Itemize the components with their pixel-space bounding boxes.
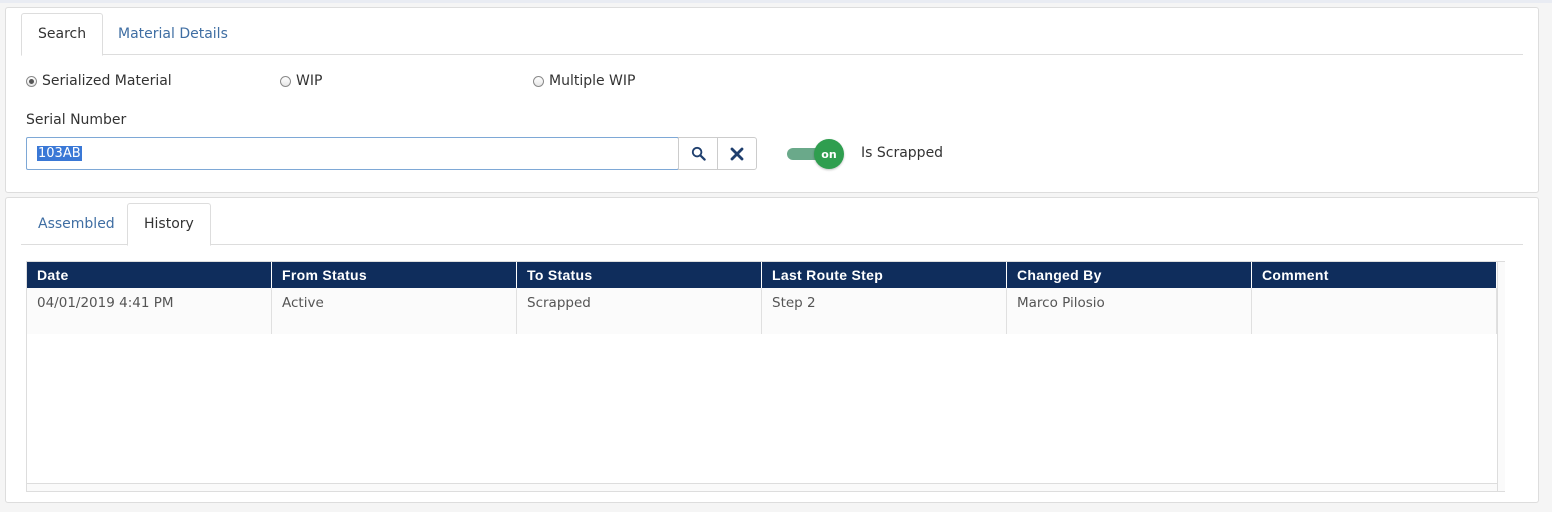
radio-label-multiple-wip: Multiple WIP [549,73,636,89]
search-panel: Search Material Details Serialized Mater… [5,7,1539,193]
vertical-scrollbar[interactable] [1497,262,1505,491]
serial-number-label: Serial Number [26,112,127,128]
radio-serialized-material[interactable]: Serialized Material [26,71,172,91]
radio-label-serialized-material: Serialized Material [42,73,172,89]
search-button[interactable] [678,137,718,170]
radio-checked-indicator[interactable] [26,75,37,87]
details-panel: Assembled History Date From Status To St… [5,197,1539,503]
radio-unchecked-indicator[interactable] [280,75,291,87]
horizontal-scrollbar[interactable] [27,483,1497,491]
column-header-comment[interactable]: Comment [1252,262,1497,288]
tab-assembled[interactable]: Assembled [21,203,132,245]
cell-last-route-step: Step 2 [762,288,1007,334]
column-header-to-status[interactable]: To Status [517,262,762,288]
serial-number-value: 103AB [37,146,82,161]
column-header-date[interactable]: Date [27,262,272,288]
bottom-tabbar: Assembled History [21,203,1523,246]
is-scrapped-toggle[interactable]: on [787,139,845,169]
material-type-radio-group: Serialized Material WIP Multiple WIP [26,71,706,91]
tab-search[interactable]: Search [21,13,104,56]
column-header-last-route-step[interactable]: Last Route Step [762,262,1007,288]
radio-label-wip: WIP [296,73,323,89]
top-border [0,0,1552,3]
radio-unchecked-indicator[interactable] [533,75,544,87]
table-row[interactable]: 04/01/2019 4:41 PM Active Scrapped Step … [27,288,1497,334]
cell-comment [1252,288,1497,334]
tab-history[interactable]: History [127,203,211,246]
toggle-knob[interactable]: on [814,139,844,169]
column-header-from-status[interactable]: From Status [272,262,517,288]
search-icon [691,146,706,161]
cell-changed-by: Marco Pilosio [1007,288,1252,334]
serial-number-input[interactable]: 103AB [26,137,679,170]
radio-wip[interactable]: WIP [280,71,322,91]
clear-button[interactable] [717,137,757,170]
grid-header: Date From Status To Status Last Route St… [27,262,1497,288]
column-header-changed-by[interactable]: Changed By [1007,262,1252,288]
is-scrapped-label: Is Scrapped [861,145,944,161]
cell-to-status: Scrapped [517,288,762,334]
tab-material-details[interactable]: Material Details [101,13,245,55]
history-grid: Date From Status To Status Last Route St… [26,261,1505,492]
cell-date: 04/01/2019 4:41 PM [27,288,272,334]
cell-from-status: Active [272,288,517,334]
close-icon [730,147,744,160]
radio-multiple-wip[interactable]: Multiple WIP [533,71,635,91]
top-tabbar: Search Material Details [21,13,1523,56]
